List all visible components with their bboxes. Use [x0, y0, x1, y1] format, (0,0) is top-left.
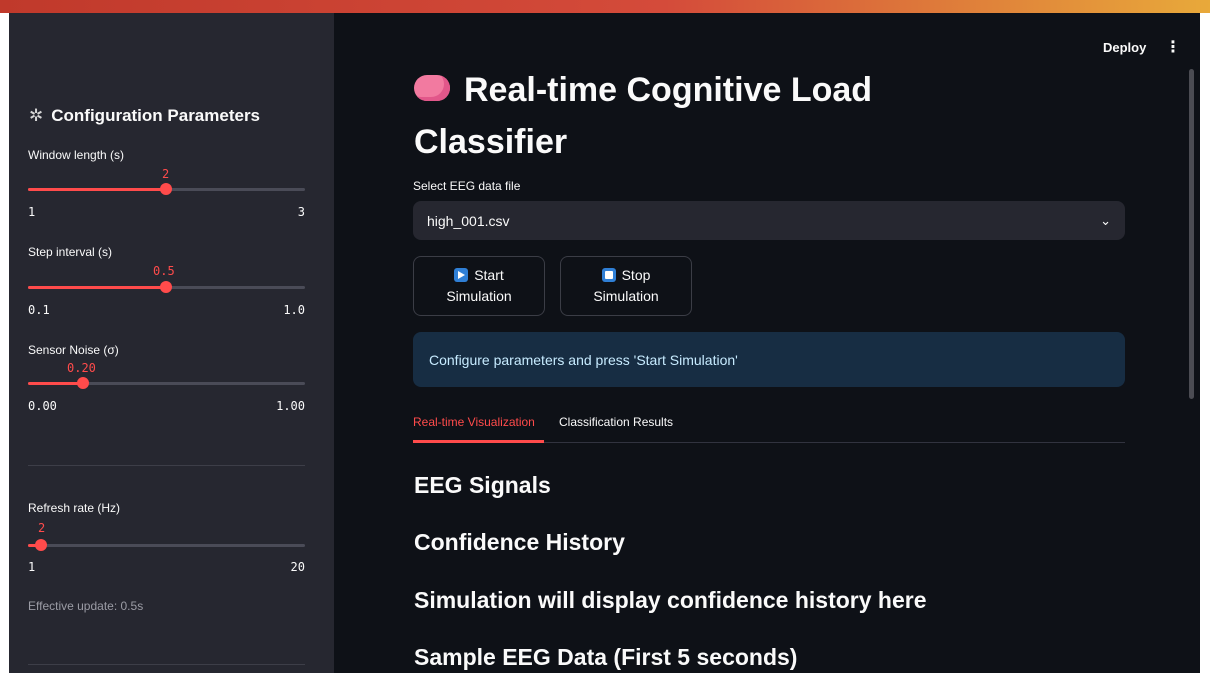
file-select[interactable]: high_001.csv ⌄	[413, 201, 1125, 240]
stop-button-line2: Simulation	[593, 288, 659, 304]
file-select-label: Select EEG data file	[413, 179, 521, 193]
slider-value: 0.5	[153, 264, 175, 278]
tab-classification-results[interactable]: Classification Results	[559, 415, 673, 429]
main-area: Deploy ⋮ Real-time Cognitive Load Classi…	[334, 13, 1200, 673]
stop-button-line1: Stop	[621, 267, 651, 283]
stop-simulation-button[interactable]: Stop Simulation	[560, 256, 692, 316]
effective-update-note: Effective update: 0.5s	[28, 599, 144, 613]
play-icon	[454, 268, 469, 282]
active-tab-indicator	[413, 440, 544, 443]
sidebar-title-label: Configuration Parameters	[51, 106, 261, 125]
page-title: Real-time Cognitive Load Classifier	[414, 64, 1034, 168]
slider-min: 0.1	[28, 303, 50, 317]
info-alert-text: Configure parameters and press 'Start Si…	[429, 351, 738, 368]
slider-value: 2	[38, 521, 46, 535]
start-button-line1: Start	[474, 267, 504, 283]
slider-fill	[28, 286, 166, 289]
slider-max: 20	[290, 560, 305, 574]
sidebar-title: ✲ Configuration Parameters	[29, 106, 260, 126]
slider-label: Sensor Noise (σ)	[28, 343, 119, 357]
deploy-button[interactable]: Deploy	[1103, 40, 1146, 55]
window-length-slider[interactable]: Window length (s) 2 1 3	[28, 148, 305, 223]
slider-label: Step interval (s)	[28, 245, 113, 259]
sidebar: ✲ Configuration Parameters Window length…	[9, 13, 334, 673]
slider-track[interactable]	[28, 281, 305, 293]
top-decoration-bar	[0, 0, 1210, 13]
main-scrollbar[interactable]	[1189, 69, 1194, 399]
start-simulation-button[interactable]: Start Simulation	[413, 256, 545, 316]
brain-icon	[414, 75, 450, 102]
slider-max: 1.0	[283, 303, 305, 317]
section-simulation-placeholder: Simulation will display confidence histo…	[414, 587, 927, 613]
gear-icon: ✲	[29, 106, 44, 125]
slider-fill	[28, 188, 166, 191]
chevron-down-icon: ⌄	[1100, 212, 1111, 228]
sidebar-divider	[28, 465, 305, 466]
file-select-value: high_001.csv	[427, 212, 510, 229]
slider-value: 0.20	[67, 361, 96, 375]
tab-realtime-visualization[interactable]: Real-time Visualization	[413, 415, 535, 429]
sensor-noise-slider[interactable]: Sensor Noise (σ) 0.20 0.00 1.00	[28, 343, 305, 418]
slider-label: Refresh rate (Hz)	[28, 501, 121, 515]
section-confidence-history: Confidence History	[414, 529, 625, 555]
slider-label: Window length (s)	[28, 148, 125, 162]
slider-max: 3	[297, 205, 305, 219]
slider-track[interactable]	[28, 377, 305, 389]
slider-thumb[interactable]	[160, 281, 172, 293]
slider-value: 2	[162, 167, 170, 181]
slider-min: 1	[28, 205, 36, 219]
slider-track[interactable]	[28, 539, 305, 551]
start-button-line2: Simulation	[446, 288, 512, 304]
slider-max: 1.00	[276, 399, 305, 413]
slider-thumb[interactable]	[160, 183, 172, 195]
info-alert: Configure parameters and press 'Start Si…	[413, 332, 1125, 387]
sidebar-divider	[28, 664, 305, 665]
more-options-icon[interactable]: ⋮	[1165, 37, 1181, 57]
step-interval-slider[interactable]: Step interval (s) 0.5 0.1 1.0	[28, 245, 305, 320]
slider-thumb[interactable]	[77, 377, 89, 389]
slider-track[interactable]	[28, 183, 305, 195]
refresh-rate-slider[interactable]: Refresh rate (Hz) 2 1 20	[28, 501, 305, 576]
slider-fill	[28, 382, 83, 385]
stop-icon	[601, 268, 616, 282]
window-frame-right	[1200, 13, 1210, 673]
page-title-text: Real-time Cognitive Load Classifier	[414, 71, 873, 161]
section-eeg-signals: EEG Signals	[414, 472, 551, 498]
slider-thumb[interactable]	[35, 539, 47, 551]
slider-min: 0.00	[28, 399, 57, 413]
section-sample-eeg-data: Sample EEG Data (First 5 seconds)	[414, 644, 798, 670]
window-frame-left	[0, 13, 9, 673]
slider-min: 1	[28, 560, 36, 574]
